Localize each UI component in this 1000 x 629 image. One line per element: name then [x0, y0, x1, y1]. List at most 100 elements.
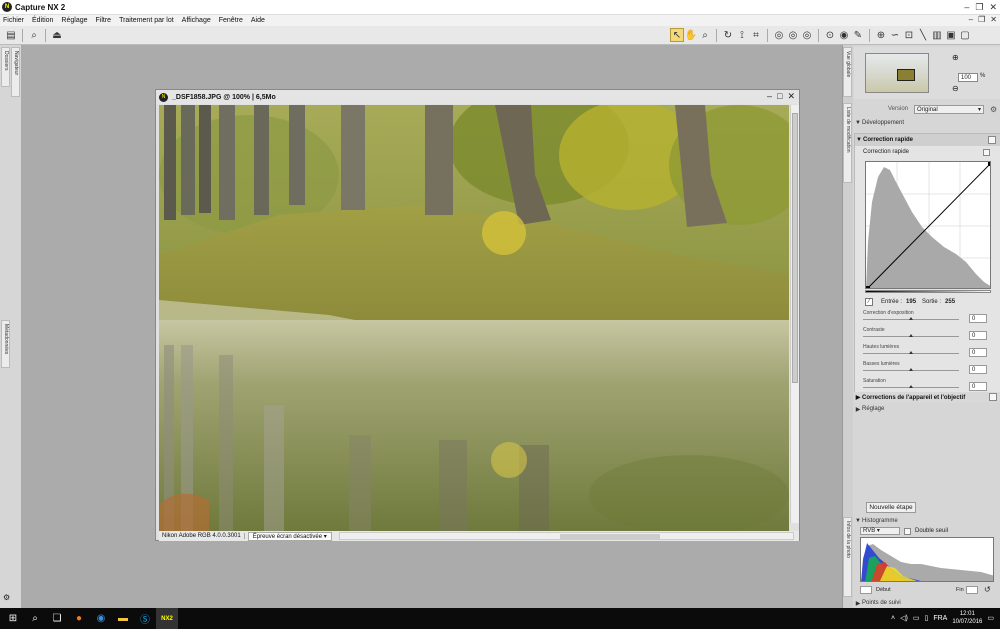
capture-nx-taskbar-item[interactable]: NX2	[156, 608, 178, 629]
selection-brush-icon[interactable]: ✎	[851, 28, 865, 42]
saturation-value-input[interactable]: 0	[969, 382, 987, 391]
mask-icon[interactable]: ▣	[944, 28, 958, 42]
zoom-input[interactable]: 100	[958, 73, 978, 82]
white-point-icon[interactable]: ◎	[786, 28, 800, 42]
minimize-icon[interactable]: –	[964, 2, 969, 13]
exposure-slider-handle[interactable]	[909, 317, 913, 320]
settings-section-header[interactable]: ▶ Réglage	[854, 404, 1000, 414]
browser-tab[interactable]: Navigateur	[11, 47, 20, 97]
marquee-icon[interactable]: ⊡	[902, 28, 916, 42]
exposure-value-input[interactable]: 0	[969, 314, 987, 323]
zoom-icon[interactable]: ⌕	[698, 28, 712, 42]
menu-window[interactable]: Fenêtre	[216, 17, 248, 24]
clock[interactable]: 12:01 10/07/2016	[952, 610, 982, 626]
reset-icon[interactable]: ↺	[984, 585, 991, 594]
horizontal-scroll-thumb[interactable]	[560, 534, 660, 539]
restore-icon[interactable]: ❐	[975, 2, 983, 13]
photo-info-tab[interactable]: Infos de la photo	[843, 517, 852, 597]
windows-start-icon[interactable]: ⊞	[2, 608, 24, 629]
edge-icon[interactable]: ◉	[90, 608, 112, 629]
fill-icon[interactable]: ▥	[930, 28, 944, 42]
network-icon[interactable]: ▭	[913, 614, 920, 622]
tray-chevron-icon[interactable]: ˄	[891, 615, 895, 622]
taskbar-search-icon[interactable]: ⌕	[24, 608, 46, 629]
highlights-slider-handle[interactable]	[909, 351, 913, 354]
browse-icon[interactable]: ⌕	[27, 28, 41, 42]
menu-adjust[interactable]: Réglage	[58, 17, 92, 24]
message-icon[interactable]: ▯	[924, 614, 928, 622]
folders-tab[interactable]: Dossiers	[1, 47, 10, 87]
menu-file[interactable]: Fichier	[0, 17, 29, 24]
lasso-icon[interactable]: ∽	[888, 28, 902, 42]
saturation-slider-handle[interactable]	[909, 385, 913, 388]
levels-curve-editor[interactable]	[865, 161, 991, 289]
metadata-tab[interactable]: Métadonnées	[1, 320, 10, 368]
image-maximize-icon[interactable]: □	[777, 91, 782, 102]
menu-view[interactable]: Affichage	[179, 17, 216, 24]
black-point-icon[interactable]: ◎	[772, 28, 786, 42]
firefox-icon[interactable]: ●	[68, 608, 90, 629]
workspace-icon[interactable]: ▤	[4, 28, 18, 42]
rotate-icon[interactable]: ↻	[721, 28, 735, 42]
close-icon[interactable]: ✕	[989, 2, 997, 13]
neutral-point-icon[interactable]: ◎	[800, 28, 814, 42]
menu-filter[interactable]: Filtre	[93, 17, 117, 24]
shadows-value-input[interactable]: 0	[969, 365, 987, 374]
menu-batch[interactable]: Traitement par lot	[116, 17, 179, 24]
menu-help[interactable]: Aide	[248, 17, 270, 24]
start-value-input[interactable]	[860, 586, 872, 594]
red-eye-icon[interactable]: ⊙	[823, 28, 837, 42]
doc-restore-icon[interactable]: ❐	[978, 15, 985, 24]
zoom-out-icon[interactable]: ⊖	[952, 84, 959, 93]
lens-corrections-checkbox[interactable]	[989, 393, 997, 401]
image-close-icon[interactable]: ✕	[787, 91, 795, 102]
hand-icon[interactable]: ✋	[684, 28, 698, 42]
notifications-icon[interactable]: ▭	[987, 614, 994, 622]
quick-fix-enable-checkbox[interactable]	[988, 136, 996, 144]
auto-retouch-icon[interactable]: ◉	[837, 28, 851, 42]
end-value-input[interactable]	[966, 586, 978, 594]
skype-icon[interactable]: Ⓢ	[134, 608, 156, 629]
save-tray-icon[interactable]: ⏏	[50, 28, 64, 42]
eyedropper-icon[interactable]: ⁄	[865, 298, 873, 306]
histogram-header[interactable]: ▼ Histogramme	[854, 516, 1000, 526]
highlights-value-input[interactable]: 0	[969, 348, 987, 357]
lens-corrections-header[interactable]: ▶ Corrections de l'appareil et l'objecti…	[854, 392, 1000, 403]
image-horizontal-scrollbar[interactable]	[339, 532, 794, 540]
photo-canvas[interactable]	[159, 105, 789, 531]
soft-proof-dropdown[interactable]: Épreuve écran désactivée ▾	[247, 531, 332, 541]
image-window-titlebar[interactable]: N _DSF1858.JPG @ 100% | 6,5Mo – □ ✕	[156, 90, 799, 104]
language-indicator[interactable]: FRA	[933, 615, 947, 622]
shadows-slider-handle[interactable]	[909, 368, 913, 371]
contrast-slider-handle[interactable]	[909, 334, 913, 337]
contrast-value-input[interactable]: 0	[969, 331, 987, 340]
development-section-header[interactable]: ▼ Développement	[854, 118, 1000, 128]
image-vertical-scrollbar[interactable]	[790, 105, 799, 523]
crop-icon[interactable]: ⌗	[749, 28, 763, 42]
tracking-points-header[interactable]: ▶ Points de suivi	[854, 598, 1000, 608]
histogram-channel-select[interactable]: RVB ▾	[860, 527, 900, 535]
birdseye-viewport[interactable]	[897, 69, 915, 81]
quick-fix-header[interactable]: ▼ Correction rapide	[855, 134, 1000, 146]
doc-minimize-icon[interactable]: –	[969, 15, 973, 24]
doc-close-icon[interactable]: ✕	[990, 15, 997, 24]
menu-edit[interactable]: Édition	[29, 17, 58, 24]
task-view-icon[interactable]: ❏	[46, 608, 68, 629]
double-threshold-checkbox[interactable]	[904, 527, 911, 535]
vertical-scroll-thumb[interactable]	[792, 113, 798, 383]
zoom-in-icon[interactable]: ⊕	[952, 53, 959, 62]
new-step-button[interactable]: Nouvelle étape	[866, 502, 916, 513]
version-settings-icon[interactable]: ⚙	[990, 105, 997, 114]
image-minimize-icon[interactable]: –	[767, 91, 772, 102]
birdseye-thumbnail[interactable]	[865, 53, 929, 93]
edit-list-tab[interactable]: Liste de modification	[843, 103, 852, 183]
direct-select-icon[interactable]: ↖	[670, 28, 684, 42]
volume-icon[interactable]: ◁)	[900, 614, 908, 622]
gradient-icon[interactable]: ╲	[916, 28, 930, 42]
color-point-icon[interactable]: ⊕	[874, 28, 888, 42]
birdseye-tab[interactable]: Vue globale	[843, 47, 852, 97]
more-tools-icon[interactable]: ▢	[958, 28, 972, 42]
quick-fix-sub-checkbox[interactable]	[983, 149, 990, 156]
panel-settings-icon[interactable]: ⚙	[3, 593, 10, 602]
straighten-icon[interactable]: ⟟	[735, 28, 749, 42]
